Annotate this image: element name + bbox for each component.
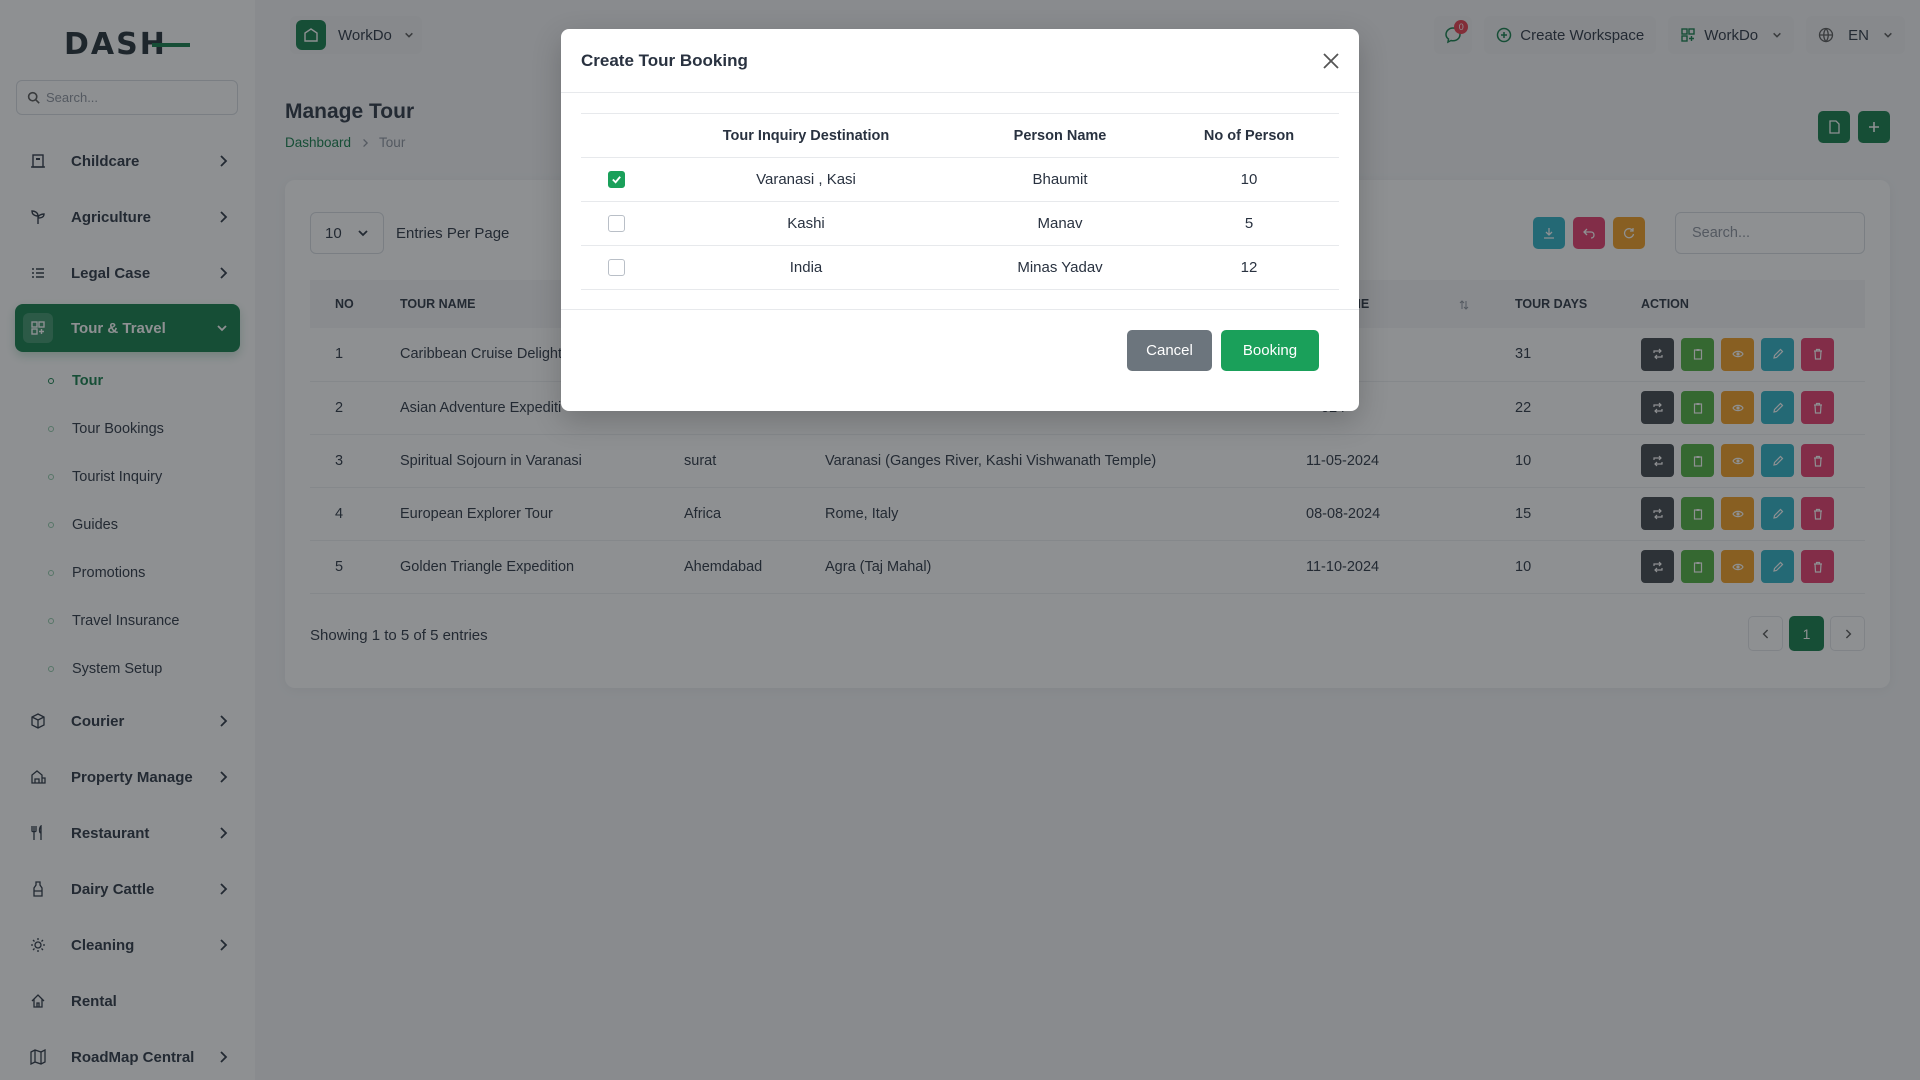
booking-row: Kashi Manav 5 (581, 201, 1339, 246)
col-inquiry-destination: Tour Inquiry Destination (651, 113, 961, 158)
modal-header: Create Tour Booking (561, 29, 1359, 93)
cell-destination: Varanasi , Kasi (651, 157, 961, 202)
cell-select (581, 245, 651, 290)
cell-person-count: 10 (1159, 157, 1339, 202)
row-checkbox[interactable] (607, 215, 625, 233)
cell-person-name: Bhaumit (961, 157, 1159, 202)
booking-table: Tour Inquiry Destination Person Name No … (581, 113, 1339, 290)
booking-row: Varanasi , Kasi Bhaumit 10 (581, 157, 1339, 202)
col-select (581, 113, 651, 158)
row-checkbox[interactable] (607, 171, 625, 189)
cell-person-count: 12 (1159, 245, 1339, 290)
booking-button[interactable]: Booking (1221, 330, 1319, 371)
cell-destination: Kashi (651, 201, 961, 246)
modal-footer-divider (561, 309, 1359, 310)
cell-select (581, 157, 651, 202)
cell-destination: India (651, 245, 961, 290)
cancel-button[interactable]: Cancel (1127, 330, 1212, 371)
cell-person-name: Minas Yadav (961, 245, 1159, 290)
cell-person-name: Manav (961, 201, 1159, 246)
modal-title: Create Tour Booking (581, 50, 748, 70)
booking-row: India Minas Yadav 12 (581, 245, 1339, 290)
cell-select (581, 201, 651, 246)
col-no-of-person: No of Person (1159, 113, 1339, 158)
booking-header-row: Tour Inquiry Destination Person Name No … (581, 113, 1339, 158)
cell-person-count: 5 (1159, 201, 1339, 246)
close-icon[interactable] (1321, 51, 1341, 71)
create-tour-booking-modal: Create Tour Booking Tour Inquiry Destina… (561, 29, 1359, 411)
check-icon (611, 176, 621, 184)
row-checkbox[interactable] (607, 259, 625, 277)
col-person-name: Person Name (961, 113, 1159, 158)
